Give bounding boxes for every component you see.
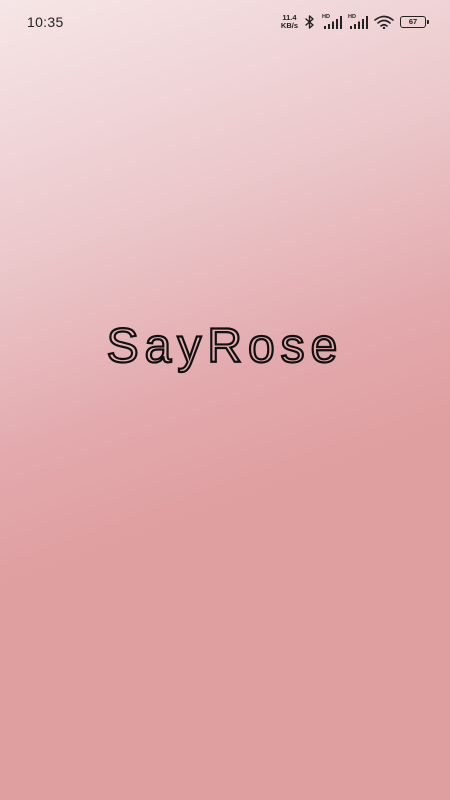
signal-sim1: HD <box>322 14 342 29</box>
network-speed: 11.4 KB/s <box>281 14 298 30</box>
sim1-hd-tag: HD <box>322 14 330 20</box>
wifi-icon <box>374 15 394 29</box>
battery-icon: 67 <box>400 16 429 28</box>
status-time: 10:35 <box>27 14 64 30</box>
splash-screen: 10:35 11.4 KB/s HD HD 67 SayRose <box>0 0 450 800</box>
status-bar: 10:35 11.4 KB/s HD HD 67 <box>0 0 450 44</box>
sim2-hd-tag: HD <box>348 14 356 20</box>
status-icons: 11.4 KB/s HD HD 67 <box>281 14 429 30</box>
bluetooth-icon <box>304 15 316 29</box>
signal-sim2: HD <box>348 14 368 29</box>
network-speed-unit: KB/s <box>280 21 298 30</box>
brand-logo-text: SayRose <box>107 320 344 373</box>
battery-level: 67 <box>408 17 418 27</box>
brand-logo: SayRose <box>106 319 344 374</box>
